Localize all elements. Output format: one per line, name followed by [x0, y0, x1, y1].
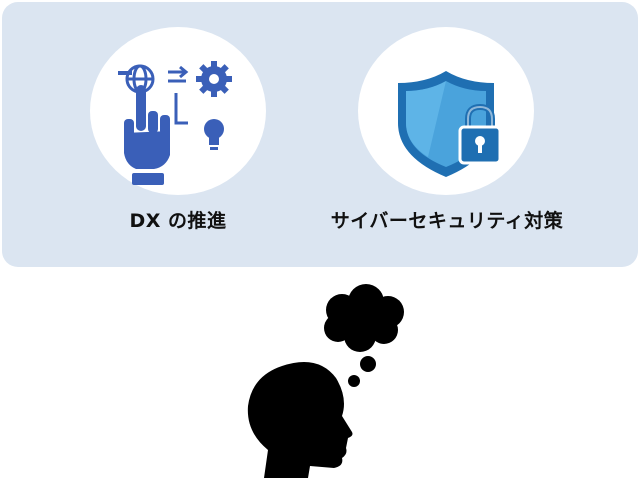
- dx-topic-label: DX の推進: [129, 210, 227, 232]
- shield-lock-icon: [398, 71, 502, 177]
- security-topic-circle: [358, 27, 534, 195]
- security-topic-label: サイバーセキュリティ対策: [330, 210, 564, 232]
- digital-transformation-icon: [118, 61, 232, 185]
- infographic: DX の推進 サイバーセキュリティ対策: [0, 0, 640, 481]
- thinking-head-icon: [238, 282, 418, 481]
- dx-topic-circle: [90, 27, 266, 195]
